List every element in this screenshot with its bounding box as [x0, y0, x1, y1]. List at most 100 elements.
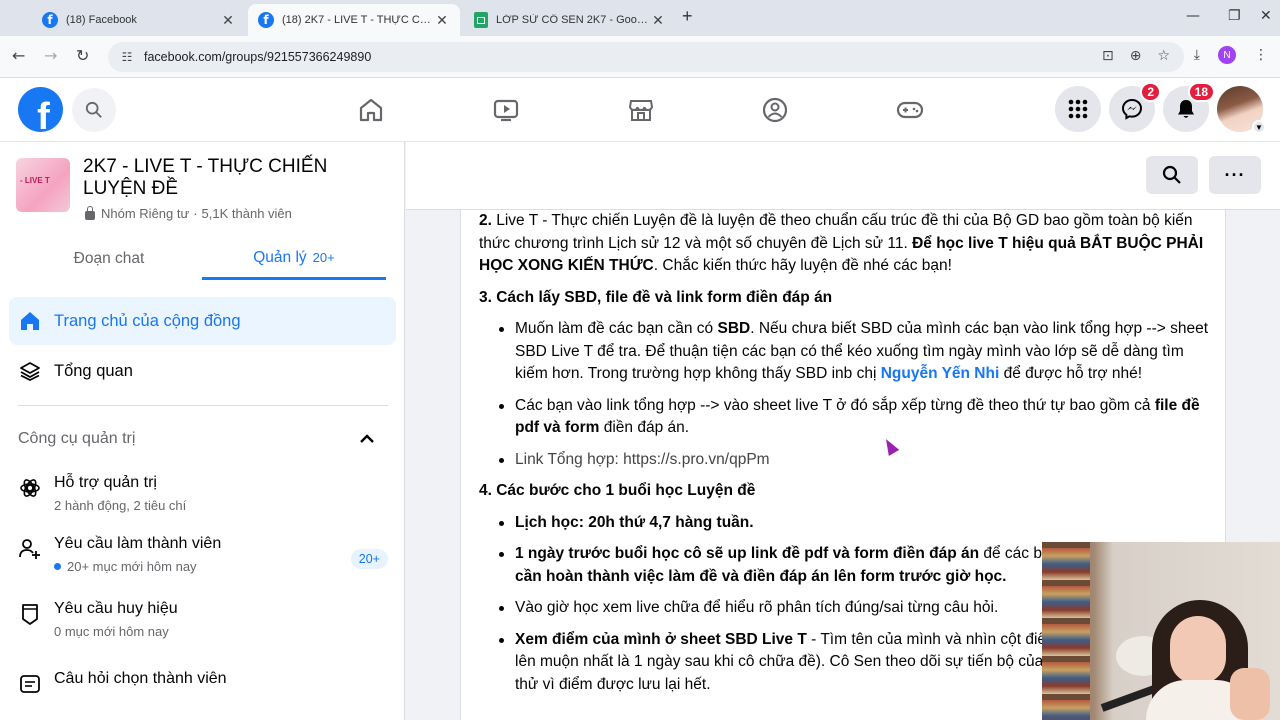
nav-home[interactable] — [353, 92, 389, 128]
messenger-icon — [1121, 98, 1143, 120]
close-icon[interactable]: ✕ — [650, 12, 666, 29]
new-tab-icon[interactable]: + — [682, 6, 693, 27]
browser-tab-sheets[interactable]: LỚP SỬ CÔ SEN 2K7 - Google D ✕ — [464, 4, 676, 36]
bold-span: SBD — [717, 320, 751, 337]
omnibox[interactable]: ☷ facebook.com/groups/921557366249890 ⊡ … — [108, 42, 1184, 72]
heading-text: 3. Cách lấy SBD, file đề và link form đi… — [479, 288, 833, 306]
text-span: điền đáp án. — [599, 419, 690, 436]
url-text: facebook.com/groups/921557366249890 — [144, 50, 372, 64]
bold-span: Xem điểm của mình ở sheet SBD Live T — [515, 630, 807, 648]
presenter-hand — [1230, 668, 1270, 720]
nav-gaming[interactable] — [892, 92, 928, 128]
sidebar-item-label: Tổng quan — [54, 361, 133, 380]
tool-subtitle: 2 hành động, 2 tiêu chí — [54, 498, 187, 513]
member-request-icon — [18, 537, 42, 561]
gaming-icon — [896, 101, 924, 119]
bookshelf — [1042, 542, 1090, 720]
sidebar-item-membership-questions[interactable]: Câu hỏi chọn thành viên — [18, 670, 388, 698]
member-request-badge: 20+ — [350, 549, 388, 569]
sidebar-item-admin-assist[interactable]: Hỗ trợ quản trị 2 hành động, 2 tiêu chí — [18, 474, 388, 518]
sidebar-divider — [18, 405, 388, 406]
browser-tab-bar: f (18) Facebook ✕ f (18) 2K7 - LIVE T - … — [0, 0, 1280, 36]
home-icon — [359, 98, 383, 122]
tool-subtitle: 0 mục mới hôm nay — [54, 624, 169, 639]
minimize-icon[interactable]: — — [1186, 8, 1200, 24]
sidebar-item-member-requests[interactable]: Yêu cầu làm thành viên 20+ mục mới hôm n… — [18, 535, 388, 579]
member-count[interactable]: 5,1K thành viên — [202, 206, 292, 221]
tab-title: LỚP SỬ CÔ SEN 2K7 - Google D — [496, 14, 650, 26]
chevron-down-icon[interactable]: ▼ — [1252, 120, 1266, 134]
post-paragraph-2: 2. Live T - Thực chiến Luyện đề là luyện… — [479, 210, 1219, 278]
download-icon[interactable]: ⤓ — [1194, 47, 1200, 63]
tab-chats[interactable]: Đoạn chat — [16, 238, 202, 280]
group-meta: Nhóm Riêng tư · 5,1K thành viên — [85, 205, 292, 221]
tool-title: Yêu cầu huy hiệu — [54, 600, 178, 617]
admin-assist-icon — [18, 476, 42, 500]
group-name[interactable]: 2K7 - LIVE T - THỰC CHIẾN LUYỆN ĐỀ — [83, 156, 393, 200]
text-span: . Chắc kiến thức hãy luyện đề nhé các bạ… — [653, 257, 952, 274]
browser-tab-facebook[interactable]: f (18) Facebook ✕ — [32, 4, 246, 36]
heading-text: 4. Các bước cho 1 buổi học Luyện đề — [479, 482, 756, 499]
more-icon: ··· — [1224, 164, 1246, 185]
close-icon[interactable]: ✕ — [220, 12, 236, 29]
bold-span: 1 ngày trước buổi học cô sẽ up link đề p… — [515, 545, 980, 562]
notifications-badge: 18 — [1187, 82, 1215, 102]
video-icon — [493, 99, 519, 122]
tool-title: Câu hỏi chọn thành viên — [54, 670, 227, 687]
text-span: để được hỗ trợ nhé! — [999, 365, 1143, 382]
link-text[interactable]: Link Tổng hợp: https://s.pro.vn/qpPm — [515, 451, 770, 468]
bold-span: Lịch học: 20h thứ 4,7 hàng tuần. — [515, 513, 754, 531]
tool-subtitle: 20+ mục mới hôm nay — [54, 559, 197, 574]
search-icon — [1162, 165, 1181, 184]
close-window-icon[interactable]: ✕ — [1260, 8, 1272, 24]
group-search-button[interactable] — [1146, 156, 1198, 194]
tab-title: (18) 2K7 - LIVE T - THỰC CHIẾN — [282, 14, 434, 26]
restore-icon[interactable]: ❐ — [1228, 8, 1241, 24]
question-icon — [18, 672, 42, 696]
chevron-up-icon[interactable] — [358, 430, 376, 453]
text-span: Các bạn vào link tổng hợp --> vào sheet … — [515, 396, 1155, 414]
sidebar-item-badge-requests[interactable]: Yêu cầu huy hiệu 0 mục mới hôm nay — [18, 600, 388, 644]
tab-admin[interactable]: Quản lý 20+ — [202, 238, 386, 280]
text-span: Vào giờ học xem live chữa để hiểu rõ phâ… — [515, 599, 999, 616]
nav-groups[interactable] — [757, 92, 793, 128]
sidebar-tabs: Đoạn chat Quản lý 20+ — [16, 238, 386, 280]
section-number: 2. — [479, 212, 492, 229]
facebook-header: f 2 18 ▼ — [0, 78, 1280, 142]
browser-tab-group[interactable]: f (18) 2K7 - LIVE T - THỰC CHIẾN ✕ — [248, 4, 460, 36]
browser-profile-avatar[interactable]: N — [1218, 46, 1236, 64]
user-mention-link[interactable]: Nguyễn Yến Nhi — [881, 365, 1000, 382]
facebook-icon: f — [42, 12, 58, 28]
forward-icon[interactable]: → — [44, 46, 57, 65]
messenger-badge: 2 — [1140, 82, 1161, 102]
back-icon[interactable]: ← — [12, 46, 25, 65]
notifications-button[interactable]: 18 — [1163, 82, 1215, 132]
install-app-icon[interactable]: ⊡ — [1102, 48, 1114, 64]
site-info-icon[interactable]: ☷ — [118, 48, 136, 66]
thumb-text: - LIVE T — [20, 176, 50, 185]
messenger-button[interactable]: 2 — [1109, 82, 1161, 132]
section-heading-4: 4. Các bước cho 1 buổi học Luyện đề — [479, 480, 1219, 503]
more-options-button[interactable]: ··· — [1209, 156, 1261, 194]
tab-title: (18) Facebook — [66, 14, 137, 26]
search-button[interactable] — [72, 88, 116, 132]
reload-icon[interactable]: ↻ — [76, 46, 89, 65]
tool-title: Yêu cầu làm thành viên — [54, 535, 222, 552]
marketplace-icon — [628, 100, 654, 121]
close-icon[interactable]: ✕ — [434, 12, 450, 29]
zoom-icon[interactable]: ⊕ — [1130, 48, 1142, 64]
nav-video[interactable] — [488, 92, 524, 128]
new-dot-icon — [54, 563, 61, 570]
list-item: Lịch học: 20h thứ 4,7 hàng tuần. — [497, 512, 1219, 535]
nav-marketplace[interactable] — [623, 92, 659, 128]
search-icon — [85, 101, 102, 118]
list-item: Link Tổng hợp: https://s.pro.vn/qpPm — [497, 449, 1219, 472]
sidebar-item-overview[interactable]: Tổng quan — [9, 347, 396, 395]
browser-menu-icon[interactable]: ⋮ — [1254, 47, 1268, 63]
facebook-logo-icon[interactable]: f — [18, 87, 63, 132]
group-cover-thumbnail[interactable]: - LIVE T — [16, 158, 70, 212]
bookmark-star-icon[interactable]: ☆ — [1157, 48, 1170, 64]
sidebar-item-label: Trang chủ của cộng đồng — [54, 311, 241, 330]
menu-button[interactable] — [1055, 86, 1101, 132]
sidebar-item-community-home[interactable]: Trang chủ của cộng đồng — [9, 297, 396, 345]
